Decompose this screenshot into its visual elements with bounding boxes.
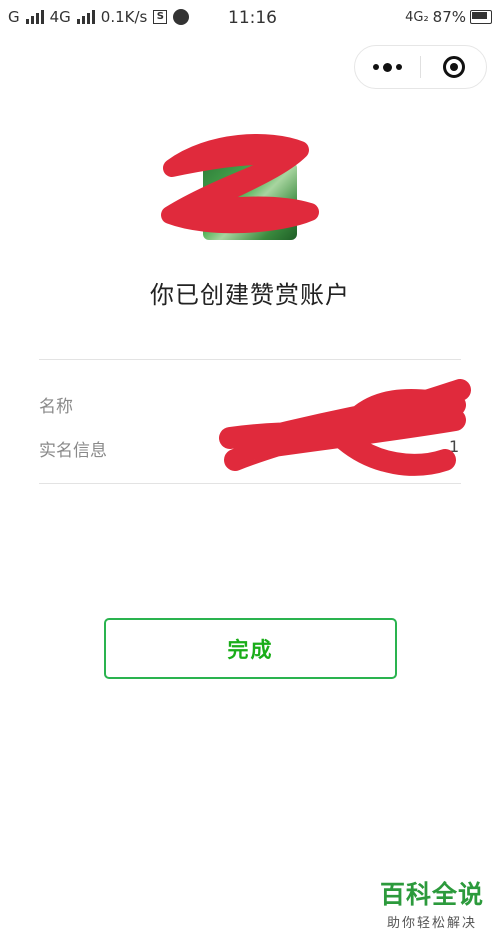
signal-icon-2 (76, 10, 95, 24)
network-badge: 4G₂ (405, 9, 429, 25)
divider-top (39, 359, 461, 360)
watermark-title: 百科全说 (379, 880, 484, 909)
battery-percent: 87% (432, 8, 466, 26)
carrier-1: G (8, 8, 20, 26)
redaction-scribble (161, 134, 319, 234)
close-button[interactable] (421, 46, 486, 88)
name-label: 名称 (39, 397, 73, 417)
battery-icon (470, 10, 492, 24)
target-close-icon (442, 56, 465, 78)
status-bar: G 4G 0.1K/s S 11:16 4G₂ 87% (0, 0, 500, 36)
app-notification-icon (173, 9, 190, 25)
watermark-subtitle: 助你轻松解决 (386, 916, 477, 931)
more-dots-icon (373, 62, 402, 72)
redaction-scribble-info (219, 379, 471, 476)
signal-icon (25, 10, 44, 24)
more-button[interactable] (355, 46, 420, 88)
status-right: 4G₂ 87% (405, 8, 492, 26)
carrier-2: 4G (49, 8, 71, 26)
realname-label: 实名信息 (39, 441, 107, 461)
status-time: 11:16 (228, 8, 277, 28)
s-app-icon: S (153, 10, 168, 24)
mini-program-capsule (354, 45, 487, 89)
network-speed: 0.1K/s (100, 8, 148, 26)
divider-bottom (39, 483, 461, 484)
done-button[interactable]: 完成 (104, 618, 397, 679)
status-left: G 4G 0.1K/s S (8, 8, 190, 26)
page-title: 你已创建赞赏账户 (150, 281, 350, 309)
watermark: 百科全说 助你轻松解决 (376, 880, 488, 931)
